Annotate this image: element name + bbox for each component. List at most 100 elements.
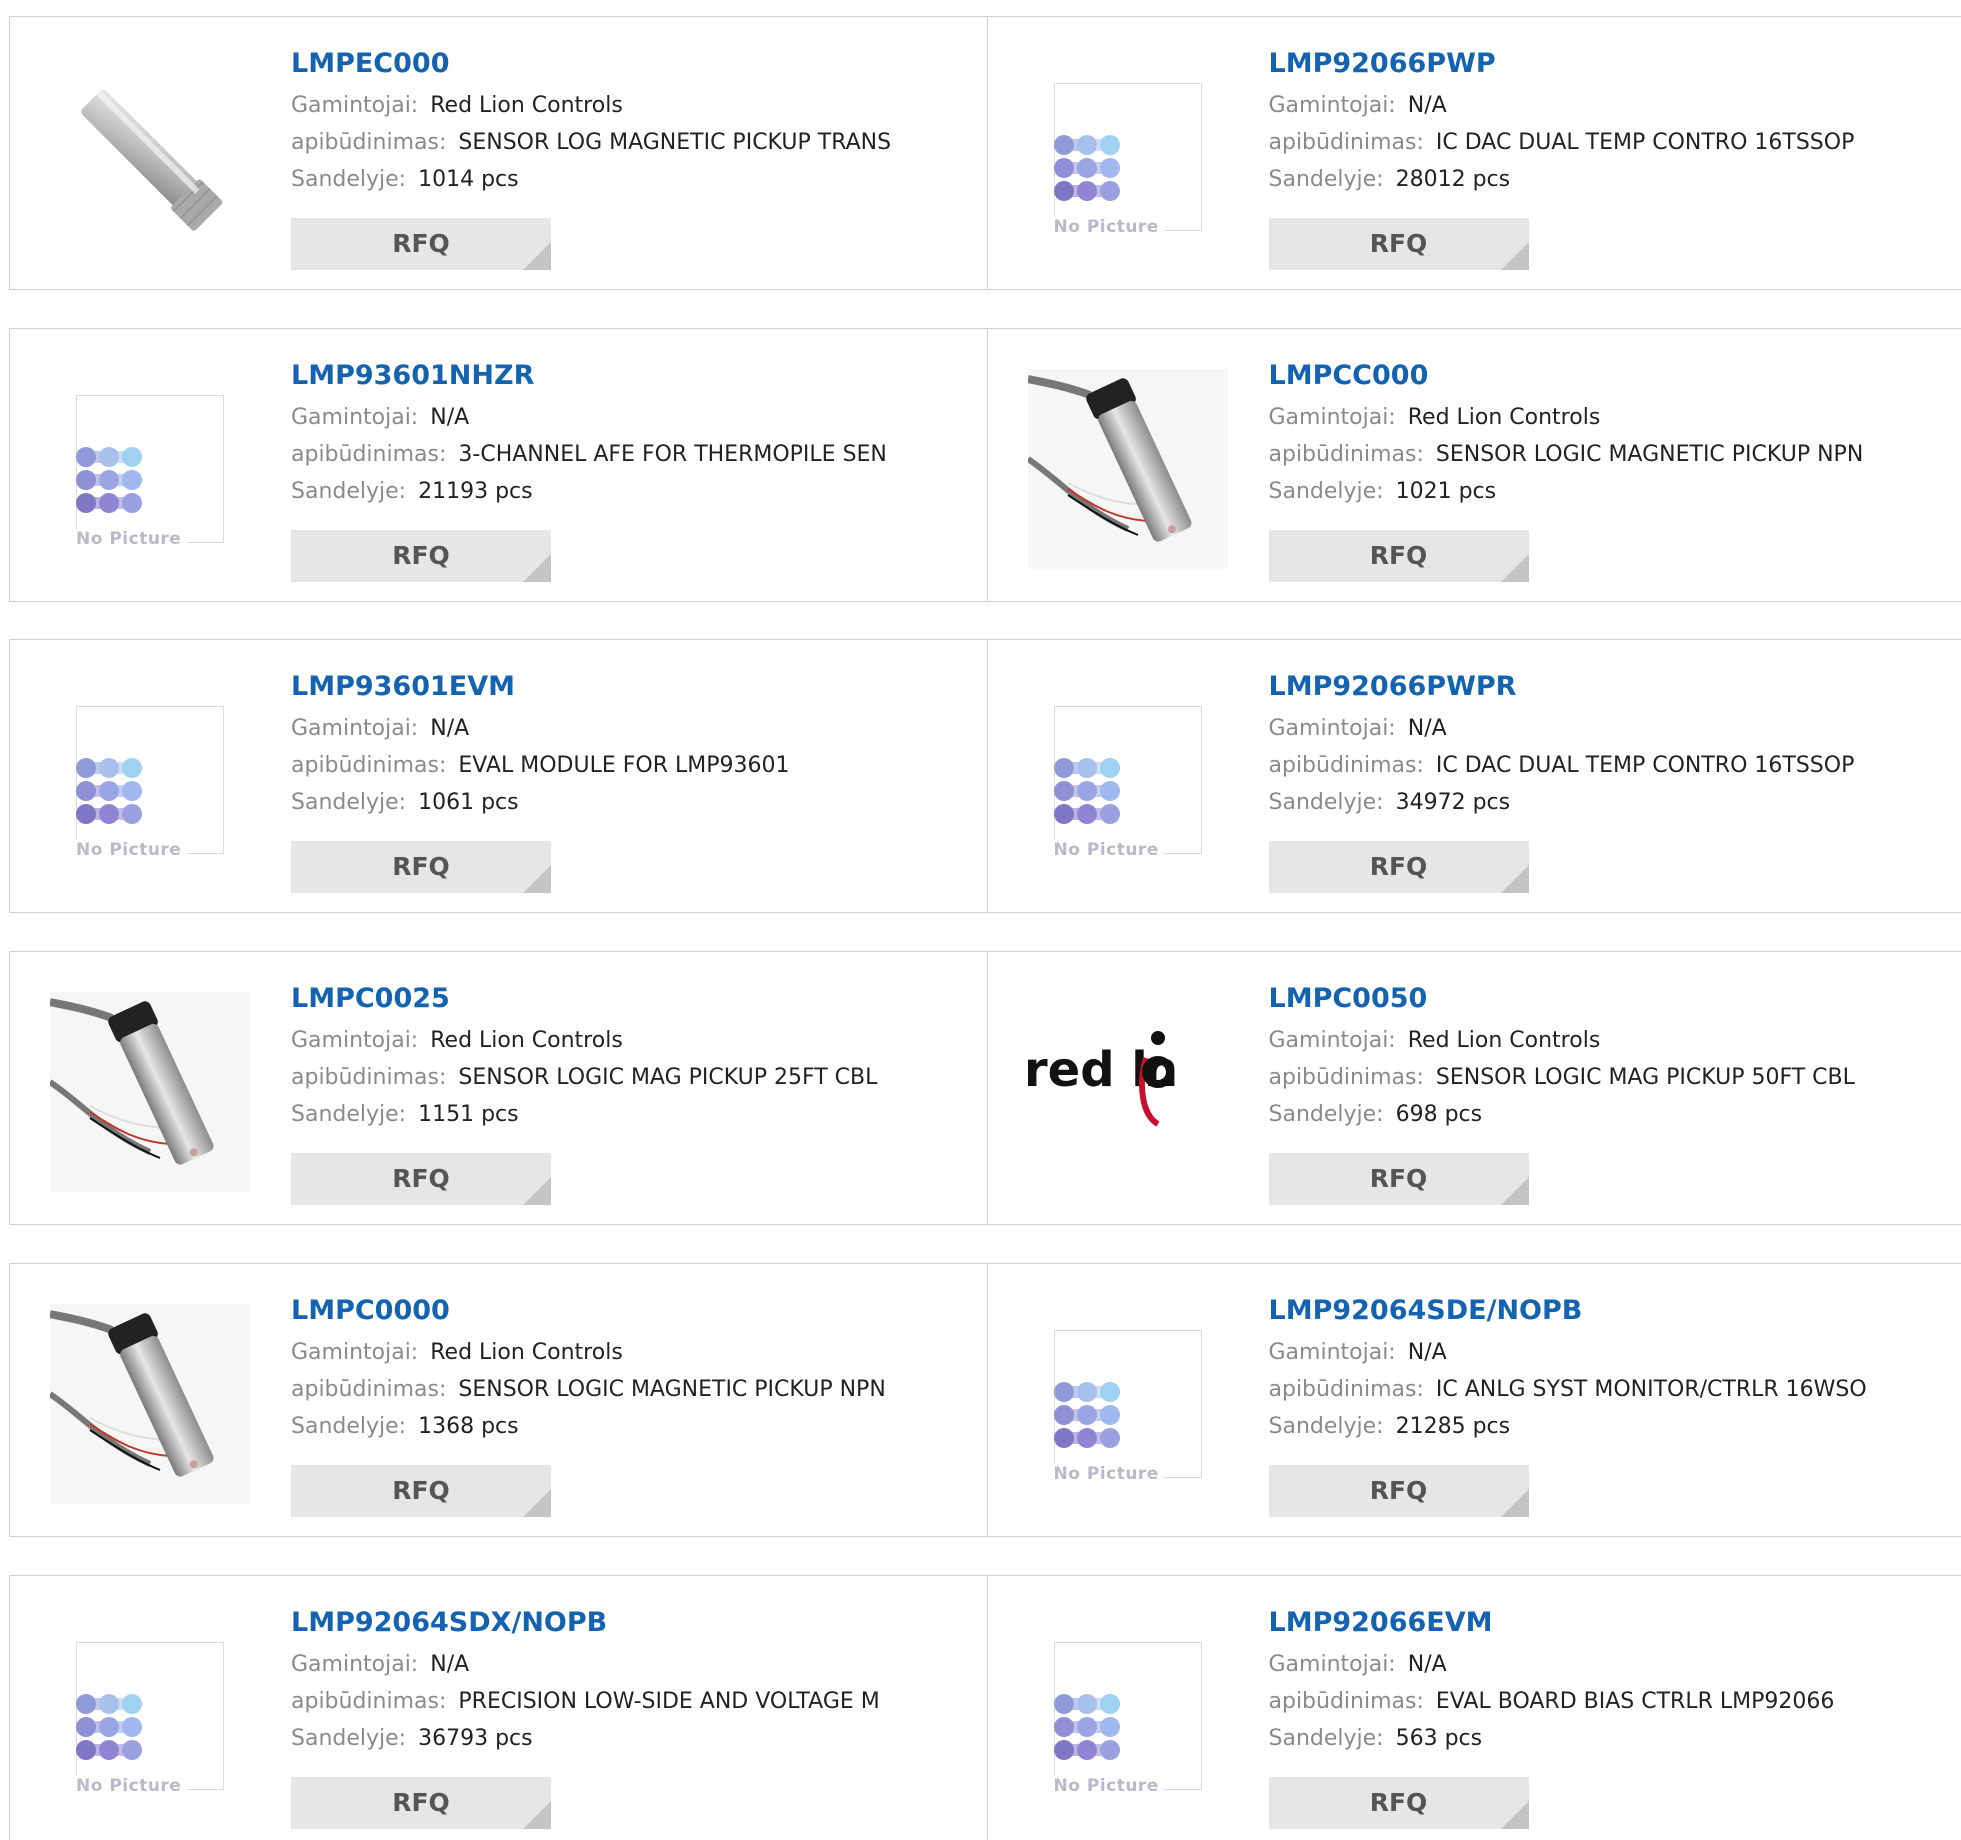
no-picture-label: No Picture [1053,1464,1165,1484]
stock-value: 1151 pcs [418,1102,519,1127]
rfq-corner-decoration [523,865,551,893]
rfq-corner-decoration [1500,1801,1529,1829]
rfq-button[interactable]: RFQ [1268,218,1529,270]
description-label: apibūdinimas: [291,130,447,155]
manufacturer-value: Red Lion Controls [1407,1028,1601,1053]
product-part-number-link[interactable]: LMP93601EVM [291,670,789,704]
svg-text:red l: red l [1024,1042,1148,1098]
rfq-button[interactable]: RFQ [1268,530,1529,582]
no-picture-label: No Picture [1053,840,1165,860]
rfq-button[interactable]: RFQ [1268,841,1529,893]
product-row: No Picture LMP93601NHZR Gamintojai: N/A a… [9,328,1961,602]
rfq-corner-decoration [1500,1489,1529,1517]
no-picture-placeholder: No Picture [1053,1642,1202,1796]
manufacturer-label: Gamintojai: [1268,1340,1396,1365]
product-info: LMPEC000 Gamintojai: Red Lion Controls ap… [291,47,891,198]
rfq-button[interactable]: RFQ [291,1777,551,1829]
manufacturer-label: Gamintojai: [1268,1652,1396,1677]
product-part-number-link[interactable]: LMPC0000 [291,1294,886,1328]
product-card: LMPEC000 Gamintojai: Red Lion Controls ap… [10,17,988,289]
product-card: No Picture LMP93601NHZR Gamintojai: N/A a… [10,329,988,601]
no-picture-label: No Picture [1053,1776,1165,1796]
product-part-number-link[interactable]: LMPEC000 [291,47,891,81]
no-picture-label: No Picture [76,1776,188,1796]
manufacturer-value: N/A [430,405,470,430]
rfq-button[interactable]: RFQ [291,1153,551,1205]
no-picture-dots-icon [1053,758,1120,824]
product-part-number-link[interactable]: LMPC0025 [291,982,877,1016]
rfq-button[interactable]: RFQ [291,1465,551,1517]
stock-value: 34972 pcs [1395,790,1511,815]
stock-label: Sandelyje: [291,167,407,192]
manufacturer-label: Gamintojai: [291,1652,419,1677]
description-label: apibūdinimas: [291,753,447,778]
stock-label: Sandelyje: [1268,479,1384,504]
no-picture-placeholder: No Picture [76,1642,224,1796]
description-value: 3-CHANNEL AFE FOR THERMOPILE SEN [458,442,887,467]
stock-row: Sandelyje: 34972 pcs [1269,784,1855,821]
description-label: apibūdinimas: [1268,1377,1424,1402]
manufacturer-row: Gamintojai: N/A [1269,1646,1835,1683]
sensor-cable-photo-icon [1027,369,1228,569]
rfq-button[interactable]: RFQ [291,530,551,582]
rfq-button[interactable]: RFQ [1268,1153,1529,1205]
rfq-corner-decoration [1500,554,1529,582]
no-picture-label: No Picture [76,840,188,860]
product-card: LMPC0000 Gamintojai: Red Lion Controls ap… [10,1264,988,1536]
description-row: apibūdinimas: EVAL MODULE FOR LMP93601 [291,747,789,784]
stock-row: Sandelyje: 1061 pcs [291,784,789,821]
manufacturer-value: N/A [430,1652,470,1677]
stock-label: Sandelyje: [291,790,407,815]
sensor-photo-icon [81,89,223,231]
no-picture-dots-icon [1053,135,1120,201]
product-info: LMPC0050 Gamintojai: Red Lion Controls ap… [1269,982,1855,1133]
rfq-button[interactable]: RFQ [1268,1465,1529,1517]
stock-row: Sandelyje: 28012 pcs [1269,161,1855,198]
stock-value: 1368 pcs [418,1414,519,1439]
product-part-number-link[interactable]: LMP92066PWPR [1269,670,1855,704]
rfq-button[interactable]: RFQ [291,218,551,270]
description-label: apibūdinimas: [1268,753,1424,778]
sensor-cable-photo-icon [50,1304,250,1504]
manufacturer-row: Gamintojai: Red Lion Controls [291,87,891,124]
rfq-label: RFQ [1369,1476,1428,1505]
no-picture-dots-icon [76,447,142,513]
no-picture-dots-icon [76,1694,142,1760]
manufacturer-label: Gamintojai: [291,93,419,118]
stock-label: Sandelyje: [1268,790,1384,815]
description-value: EVAL MODULE FOR LMP93601 [458,753,790,778]
description-value: PRECISION LOW-SIDE AND VOLTAGE M [458,1689,880,1714]
product-part-number-link[interactable]: LMPCC000 [1269,359,1864,393]
stock-label: Sandelyje: [291,1726,407,1751]
product-part-number-link[interactable]: LMP93601NHZR [291,359,887,393]
product-part-number-link[interactable]: LMP92066PWP [1269,47,1855,81]
description-label: apibūdinimas: [1268,1065,1424,1090]
manufacturer-row: Gamintojai: N/A [1269,1334,1867,1371]
stock-label: Sandelyje: [1268,1414,1384,1439]
description-row: apibūdinimas: PRECISION LOW-SIDE AND VOLT… [291,1683,880,1720]
red-lion-logo-icon: red ln [1024,1031,1178,1127]
description-value: EVAL BOARD BIAS CTRLR LMP92066 [1435,1689,1835,1714]
rfq-button[interactable]: RFQ [291,841,551,893]
stock-value: 21285 pcs [1395,1414,1511,1439]
stock-label: Sandelyje: [1268,1102,1384,1127]
product-part-number-link[interactable]: LMP92064SDX/NOPB [291,1606,880,1640]
manufacturer-value: Red Lion Controls [1407,405,1601,430]
product-part-number-link[interactable]: LMP92066EVM [1269,1606,1835,1640]
rfq-button[interactable]: RFQ [1268,1777,1529,1829]
manufacturer-label: Gamintojai: [1268,1028,1396,1053]
stock-row: Sandelyje: 563 pcs [1269,1720,1835,1757]
rfq-label: RFQ [392,541,450,570]
no-picture-label: No Picture [1053,217,1165,237]
no-picture-placeholder: No Picture [76,395,224,549]
stock-label: Sandelyje: [291,479,407,504]
product-part-number-link[interactable]: LMPC0050 [1269,982,1855,1016]
stock-row: Sandelyje: 1151 pcs [291,1096,877,1133]
description-row: apibūdinimas: IC DAC DUAL TEMP CONTRO 16T… [1269,747,1855,784]
rfq-corner-decoration [523,554,551,582]
product-info: LMP92066EVM Gamintojai: N/A apibūdinimas:… [1269,1606,1835,1757]
no-picture-placeholder: No Picture [76,706,224,860]
product-row: LMPC0000 Gamintojai: Red Lion Controls ap… [9,1263,1961,1537]
description-row: apibūdinimas: SENSOR LOGIC MAGNETIC PICKU… [1269,436,1864,473]
product-part-number-link[interactable]: LMP92064SDE/NOPB [1269,1294,1867,1328]
